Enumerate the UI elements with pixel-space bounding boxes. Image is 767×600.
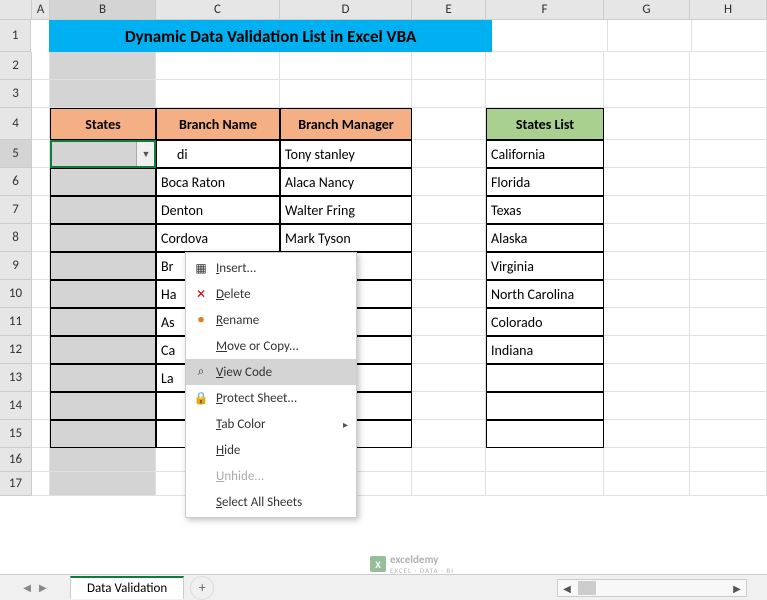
table-cell[interactable]: California [486,140,604,168]
header-branch-manager[interactable]: Branch Manager [280,108,412,140]
menu-select-all-sheets[interactable]: Select All Sheets [186,489,356,515]
col-header-e[interactable]: E [412,0,486,19]
table-cell[interactable]: North Carolina [486,280,604,308]
selected-cell-b5[interactable]: ▼ [50,140,156,168]
table-cell[interactable]: Virginia [486,252,604,280]
table-cell[interactable] [50,336,156,364]
lock-icon: 🔒 [192,389,210,407]
nav-next-icon[interactable]: ▶ [39,581,47,594]
chevron-right-icon: ▸ [343,418,348,431]
context-menu: ▦Insert... ✕Delete ●Rename Move or Copy.… [185,252,357,518]
scroll-right-icon[interactable]: ▶ [728,582,746,595]
menu-move-copy[interactable]: Move or Copy... [186,333,356,359]
header-states-list[interactable]: States List [486,108,604,140]
header-branch-name[interactable]: Branch Name [156,108,280,140]
col-header-f[interactable]: F [486,0,604,19]
table-cell[interactable] [50,420,156,448]
watermark-tagline: EXCEL · DATA · BI [390,566,454,575]
table-cell[interactable]: Alaska [486,224,604,252]
scroll-thumb[interactable] [578,581,596,595]
table-cell[interactable] [486,392,604,420]
menu-protect-sheet[interactable]: 🔒Protect Sheet... [186,385,356,411]
table-cell[interactable] [50,280,156,308]
table-cell[interactable]: Tony stanley [280,140,412,168]
watermark: X exceldemy EXCEL · DATA · BI [370,553,454,575]
watermark-logo-icon: X [370,556,386,572]
col-header-g[interactable]: G [604,0,690,19]
menu-tab-color[interactable]: Tab Color▸ [186,411,356,437]
row-header-11[interactable]: 11 [0,308,32,336]
row-header-10[interactable]: 10 [0,280,32,308]
table-cell[interactable]: di [156,140,280,168]
col-header-c[interactable]: C [156,0,280,19]
insert-icon: ▦ [192,259,210,277]
spreadsheet-grid: 1 Dynamic Data Validation List in Excel … [0,20,767,496]
menu-delete[interactable]: ✕Delete [186,281,356,307]
table-cell[interactable] [486,420,604,448]
code-icon: ⌕ [192,363,210,381]
row-header-8[interactable]: 8 [0,224,32,252]
table-cell[interactable] [50,196,156,224]
table-cell[interactable]: Walter Fring [280,196,412,224]
col-header-b[interactable]: B [50,0,156,19]
row-header-6[interactable]: 6 [0,168,32,196]
delete-icon: ✕ [192,285,210,303]
sheet-tab-active[interactable]: Data Validation [70,576,184,599]
table-cell[interactable]: Florida [486,168,604,196]
sheet-tabs-bar: ◀▶ Data Validation + ◀ ▶ [0,574,767,600]
table-cell[interactable] [50,252,156,280]
row-header-4[interactable]: 4 [0,108,32,140]
col-header-h[interactable]: H [690,0,767,19]
row-header-1[interactable]: 1 [0,20,31,52]
column-headers: A B C D E F G H [0,0,767,20]
row-header-15[interactable]: 15 [0,420,32,448]
table-cell[interactable]: Boca Raton [156,168,280,196]
rename-icon: ● [192,311,210,329]
row-header-2[interactable]: 2 [0,52,32,80]
table-cell[interactable] [50,364,156,392]
menu-unhide: Unhide... [186,463,356,489]
title-banner: Dynamic Data Validation List in Excel VB… [49,20,492,52]
row-header-9[interactable]: 9 [0,252,32,280]
col-header-d[interactable]: D [280,0,412,19]
row-header-17[interactable]: 17 [0,472,32,496]
table-cell[interactable] [50,168,156,196]
table-cell[interactable]: Alaca Nancy [280,168,412,196]
table-cell[interactable]: Colorado [486,308,604,336]
nav-prev-icon[interactable]: ◀ [23,581,31,594]
menu-rename[interactable]: ●Rename [186,307,356,333]
add-sheet-button[interactable]: + [190,576,214,600]
tab-nav[interactable]: ◀▶ [0,581,70,594]
select-all-corner[interactable] [0,0,32,19]
table-cell[interactable]: Mark Tyson [280,224,412,252]
menu-insert[interactable]: ▦Insert... [186,255,356,281]
horizontal-scrollbar[interactable]: ◀ ▶ [557,579,747,597]
col-header-a[interactable]: A [32,0,50,19]
dropdown-arrow-icon[interactable]: ▼ [136,141,156,167]
table-cell[interactable] [50,392,156,420]
row-header-3[interactable]: 3 [0,80,32,108]
menu-hide[interactable]: Hide [186,437,356,463]
table-cell[interactable] [50,308,156,336]
table-cell[interactable] [50,224,156,252]
row-header-13[interactable]: 13 [0,364,32,392]
row-header-7[interactable]: 7 [0,196,32,224]
table-cell[interactable]: Indiana [486,336,604,364]
menu-view-code[interactable]: ⌕View Code [186,359,356,385]
table-cell[interactable]: Cordova [156,224,280,252]
row-header-12[interactable]: 12 [0,336,32,364]
row-header-14[interactable]: 14 [0,392,32,420]
row-header-16[interactable]: 16 [0,448,32,472]
scroll-left-icon[interactable]: ◀ [558,582,576,595]
watermark-text: exceldemy [390,553,454,566]
table-cell[interactable] [486,364,604,392]
row-header-5[interactable]: 5 [0,140,32,168]
table-cell[interactable]: Denton [156,196,280,224]
header-states[interactable]: States [50,108,156,140]
table-cell[interactable]: Texas [486,196,604,224]
